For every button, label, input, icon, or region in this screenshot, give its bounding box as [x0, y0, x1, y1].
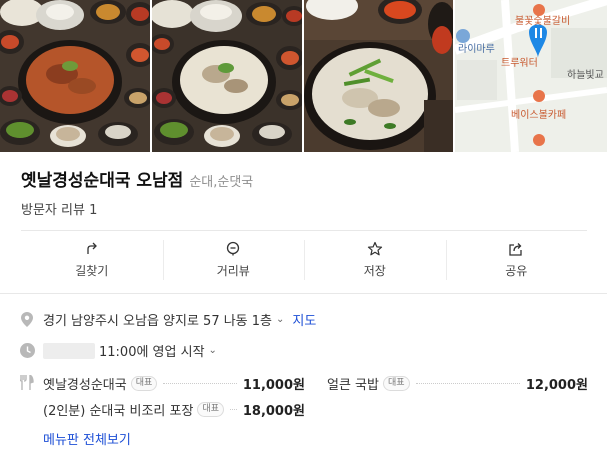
hours-status-blurred — [43, 342, 95, 359]
save-button[interactable]: 저장 — [304, 232, 446, 287]
clock-icon — [19, 343, 35, 359]
action-bar: 길찾기 거리뷰 저장 공유 — [21, 232, 587, 287]
street-view-icon — [227, 241, 240, 255]
menu-item-price: 11,000원 — [242, 378, 305, 393]
share-button[interactable]: 공유 — [445, 232, 588, 287]
share-label: 공유 — [505, 263, 528, 278]
directions-icon — [87, 242, 97, 254]
share-icon — [509, 242, 522, 256]
place-category: 순대,순댓국 — [189, 175, 254, 190]
menu-item[interactable]: 옛날경성순대국 대표 11,000원 — [43, 374, 305, 393]
leader-dots — [163, 383, 237, 384]
visitor-reviews-link[interactable]: 방문자 리뷰 1 — [21, 199, 97, 218]
menu-item-price: 18,000원 — [242, 404, 305, 419]
place-name[interactable]: 옛날경성순대국 오남점 — [21, 166, 183, 191]
address-text[interactable]: 경기 남양주시 오남읍 양지로 57 나동 1층 — [43, 310, 272, 329]
save-label: 저장 — [363, 263, 386, 278]
menu-fork-knife-icon — [19, 374, 35, 390]
food-photo-1[interactable] — [0, 0, 150, 152]
menu-item-name: 얼큰 국밥 — [327, 378, 379, 393]
divider — [21, 230, 587, 231]
svg-text:베이스볼카페: 베이스볼카페 — [511, 109, 566, 121]
chevron-down-icon[interactable]: ⌄ — [209, 345, 217, 356]
signature-badge: 대표 — [130, 376, 158, 391]
signature-badge: 대표 — [197, 402, 224, 417]
menu-item[interactable]: (2인분) 순대국 비조리 포장 대표 18,000원 — [43, 400, 305, 419]
photo-strip: 라이마루 불꽃숯불갈비 트루워터 하늘빛교 베이스볼카페 — [0, 0, 607, 152]
svg-text:불꽃숯불갈비: 불꽃숯불갈비 — [515, 14, 570, 27]
food-photo-3[interactable] — [303, 0, 454, 152]
leader-dots — [229, 409, 237, 410]
map-link[interactable]: 지도 — [292, 310, 316, 329]
chevron-down-icon[interactable]: ⌄ — [276, 314, 284, 325]
hours-text[interactable]: 11:00에 영업 시작 — [99, 341, 205, 360]
menu-item-name: (2인분) 순대국 비조리 포장 — [43, 404, 194, 419]
star-icon — [367, 241, 382, 255]
view-full-menu-link[interactable]: 메뉴판 전체보기 — [43, 429, 131, 448]
svg-text:트루워터: 트루워터 — [501, 56, 538, 69]
divider — [0, 293, 607, 294]
svg-text:라이마루: 라이마루 — [458, 43, 495, 55]
menu-item-price: 12,000원 — [525, 378, 588, 393]
address-row: 경기 남양주시 오남읍 양지로 57 나동 1층 ⌄ 지도 — [19, 310, 316, 329]
map-preview[interactable]: 라이마루 불꽃숯불갈비 트루워터 하늘빛교 베이스볼카페 — [455, 0, 607, 152]
street-view-button[interactable]: 거리뷰 — [162, 232, 305, 287]
food-photo-2[interactable] — [151, 0, 302, 152]
place-header: 옛날경성순대국 오남점 순대,순댓국 — [21, 166, 253, 191]
signature-badge: 대표 — [382, 376, 410, 391]
street-view-label: 거리뷰 — [216, 263, 250, 278]
leader-dots — [415, 383, 520, 384]
directions-button[interactable]: 길찾기 — [21, 232, 163, 287]
directions-label: 길찾기 — [75, 263, 109, 278]
hours-row: 11:00에 영업 시작 ⌄ — [19, 341, 217, 360]
location-pin-icon — [19, 312, 35, 328]
svg-text:하늘빛교: 하늘빛교 — [567, 68, 604, 81]
menu-item[interactable]: 얼큰 국밥 대표 12,000원 — [327, 374, 588, 393]
menu-item-name: 옛날경성순대국 — [43, 378, 127, 393]
